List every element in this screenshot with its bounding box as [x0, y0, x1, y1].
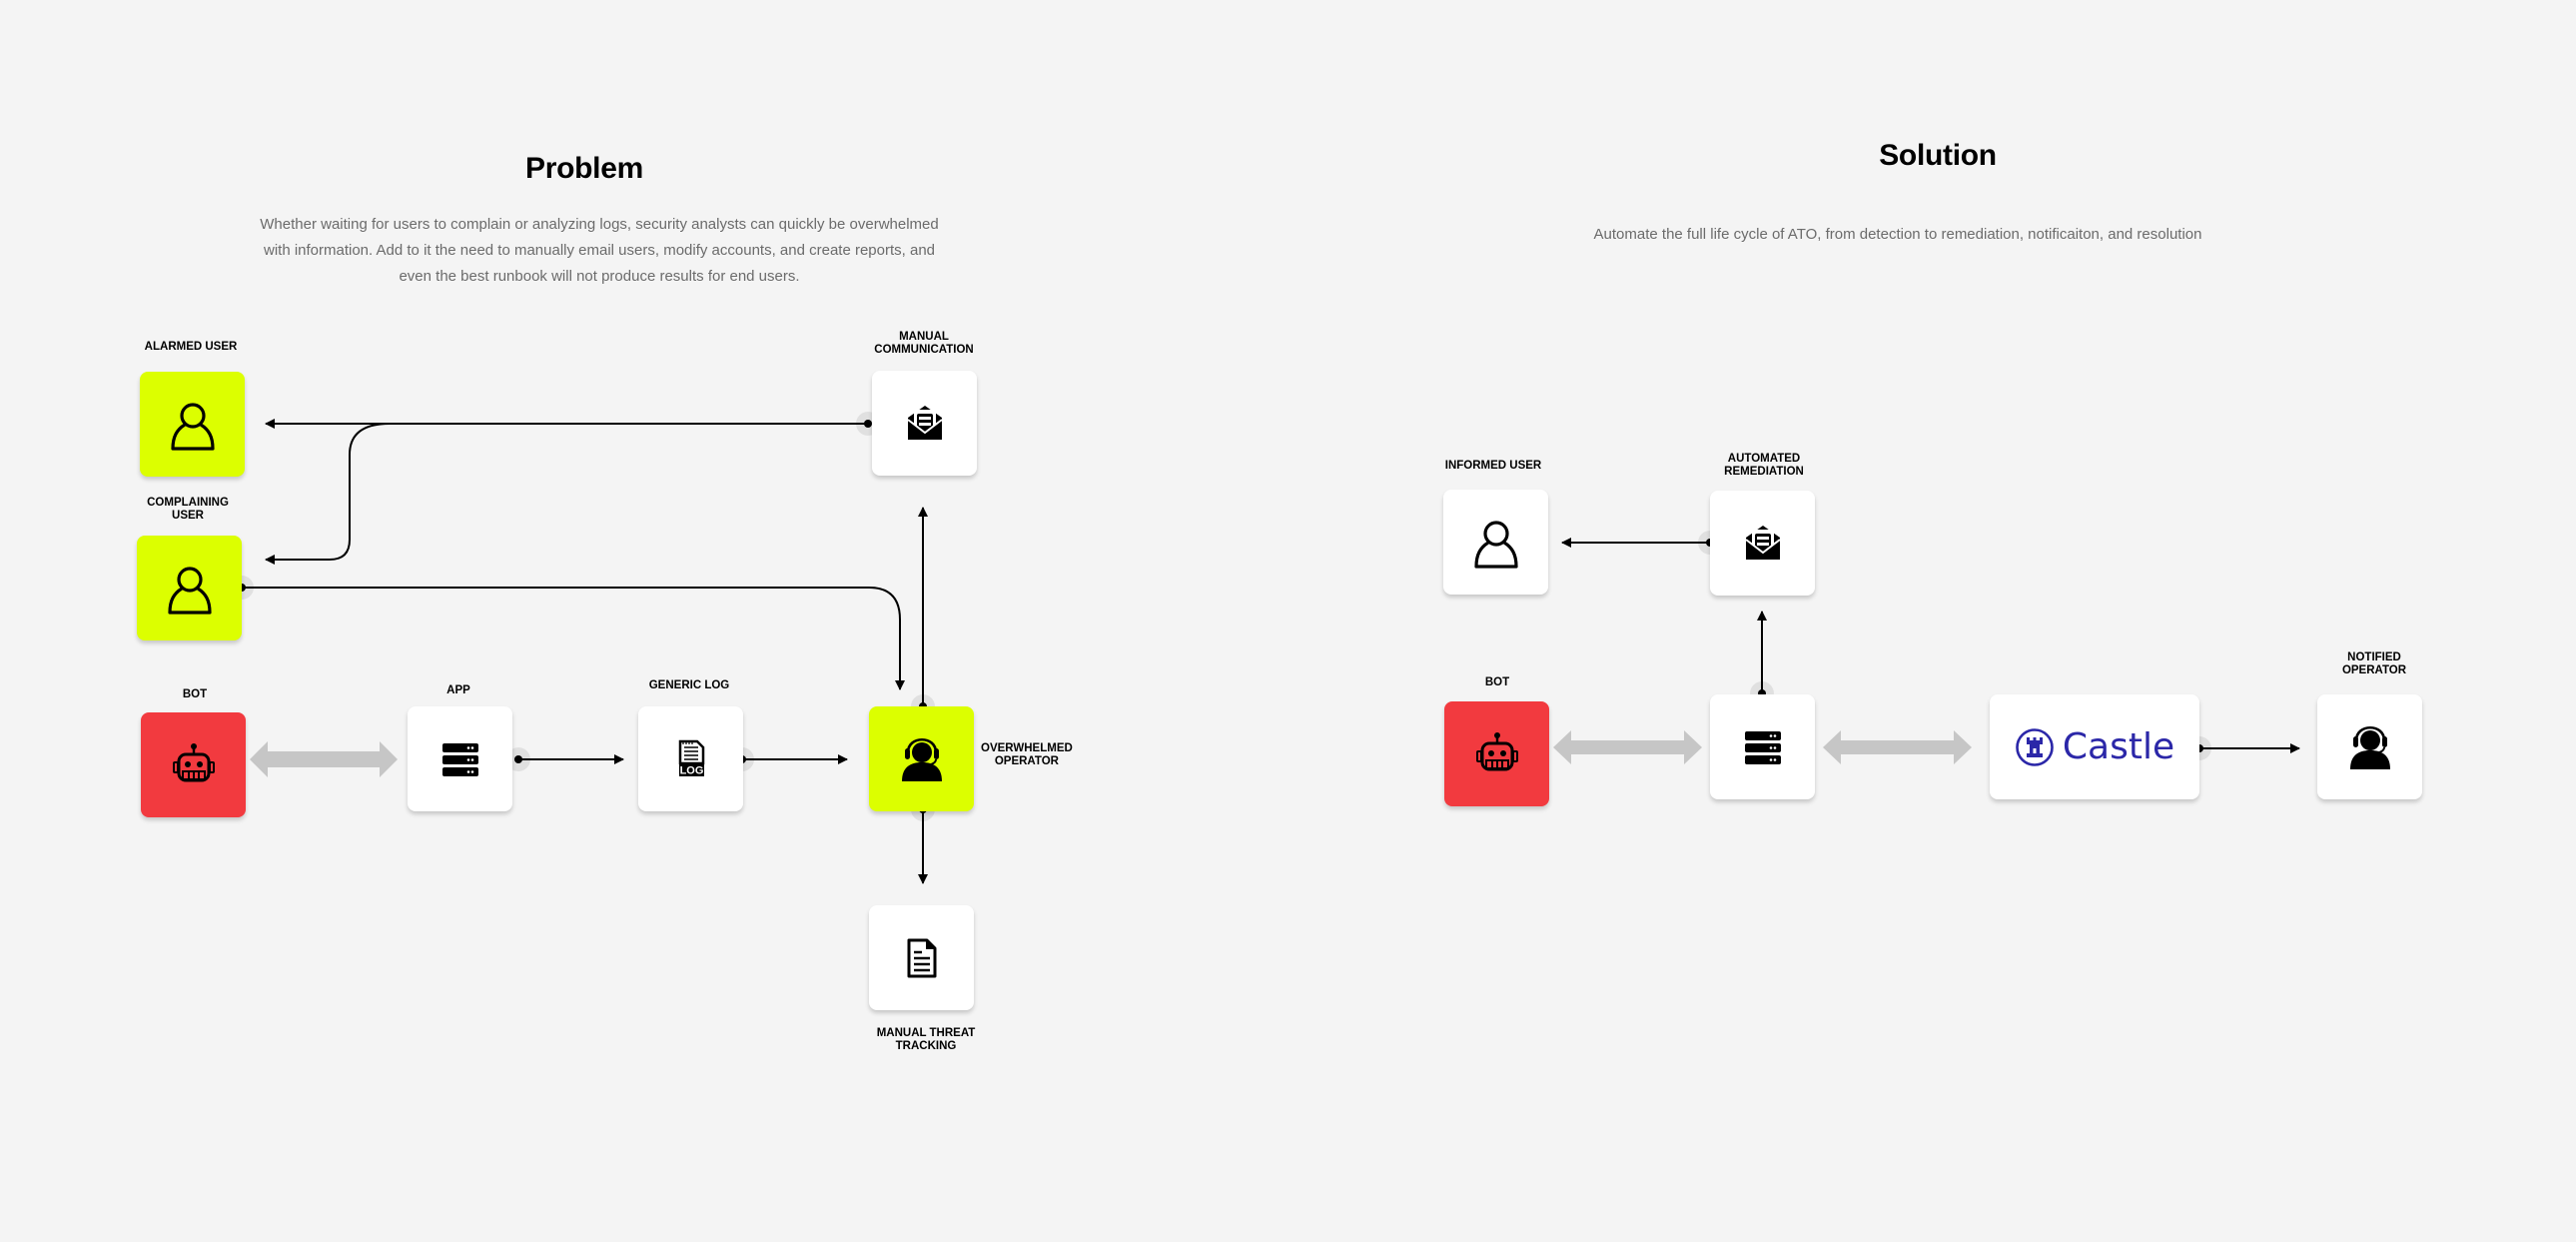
headset-operator-icon: [900, 737, 943, 782]
alarmed-user-node[interactable]: [140, 372, 245, 477]
overwhelmed-operator-label: OVERWHELMED OPERATOR: [981, 742, 1073, 768]
problem-description-line: even the best runbook will not produce r…: [399, 268, 800, 285]
bidirectional-arrow-app-castle: [1823, 730, 1972, 764]
app-label: APP: [446, 684, 470, 696]
generic-log-label: GENERIC LOG: [648, 679, 730, 691]
label-line: OPERATOR: [2341, 664, 2407, 676]
notified-operator-node[interactable]: [2317, 694, 2422, 799]
informed-user-node[interactable]: [1443, 490, 1548, 595]
connector-layer: [230, 412, 2300, 884]
label-line: USER: [172, 510, 204, 522]
complaining-user-label: COMPLAINING USER: [147, 497, 229, 523]
user-outline-icon: [170, 402, 215, 451]
manual-threat-tracking-node[interactable]: [869, 905, 974, 1010]
problem-description-line: Whether waiting for users to complain or…: [260, 216, 939, 233]
solution-bot-node[interactable]: [1444, 701, 1549, 806]
label-line: MANUAL: [899, 331, 949, 343]
label-line: MANUAL THREAT: [876, 1027, 976, 1039]
automated-remediation-node[interactable]: [1710, 491, 1815, 596]
solution-description: Automate the full life cycle of ATO, fro…: [1593, 226, 2202, 243]
manual-threat-tracking-label: MANUAL THREAT TRACKING: [877, 1027, 976, 1053]
problem-description: Whether waiting for users to complain or…: [240, 212, 959, 290]
generic-log-node[interactable]: [638, 706, 743, 811]
bidirectional-arrow-bot-app: [250, 741, 398, 777]
robot-icon: [1475, 730, 1518, 770]
connection-ports: [230, 412, 2211, 821]
server-icon: [1744, 730, 1781, 764]
castle-rook-icon: [2016, 727, 2054, 766]
document-icon: [907, 938, 936, 977]
connector-complaining-user-to-operator: [242, 587, 905, 690]
solution-bot-label: BOT: [1484, 676, 1510, 688]
robot-icon: [172, 741, 215, 781]
bot-node[interactable]: [141, 712, 246, 817]
notified-operator-label: NOTIFIED OPERATOR: [2342, 651, 2406, 677]
user-outline-icon: [167, 566, 212, 615]
app-node[interactable]: [408, 706, 512, 811]
alarmed-user-label: ALARMED USER: [144, 341, 238, 353]
castle-node[interactable]: Castle: [1990, 694, 2199, 799]
label-line: OPERATOR: [994, 755, 1059, 767]
label-line: TRACKING: [895, 1040, 957, 1052]
label-line: COMPLAINING: [147, 497, 229, 509]
automated-remediation-label: AUTOMATED REMEDIATION: [1724, 453, 1804, 479]
bidirectional-arrow-bot-app: [1553, 730, 1702, 764]
castle-logo: Castle: [2015, 726, 2174, 767]
headset-operator-icon: [2348, 725, 2391, 770]
problem-description-line: with information. Add to it the need to …: [263, 242, 936, 259]
server-icon: [441, 742, 478, 776]
manual-communication-label: MANUAL COMMUNICATION: [874, 331, 973, 357]
open-envelope-icon: [1744, 524, 1781, 561]
complaining-user-node[interactable]: [137, 536, 242, 640]
problem-title: Problem: [525, 152, 643, 185]
solution-app-node[interactable]: [1710, 694, 1815, 799]
label-line: REMEDIATION: [1724, 466, 1804, 478]
label-line: NOTIFIED: [2347, 651, 2401, 663]
connector-communication-to-complaining-user: [265, 423, 391, 565]
bot-label: BOT: [182, 688, 208, 700]
solution-title: Solution: [1879, 139, 1997, 172]
user-outline-icon: [1473, 520, 1518, 569]
label-line: AUTOMATED: [1727, 453, 1801, 465]
castle-brand-name: Castle: [2062, 726, 2175, 767]
label-line: COMMUNICATION: [874, 344, 974, 356]
informed-user-label: INFORMED USER: [1444, 460, 1542, 472]
open-envelope-icon: [906, 404, 943, 441]
manual-communication-node[interactable]: [872, 371, 977, 476]
overwhelmed-operator-node[interactable]: [869, 706, 974, 811]
label-line: OVERWHELMED: [981, 742, 1073, 754]
log-file-icon: [677, 738, 705, 778]
